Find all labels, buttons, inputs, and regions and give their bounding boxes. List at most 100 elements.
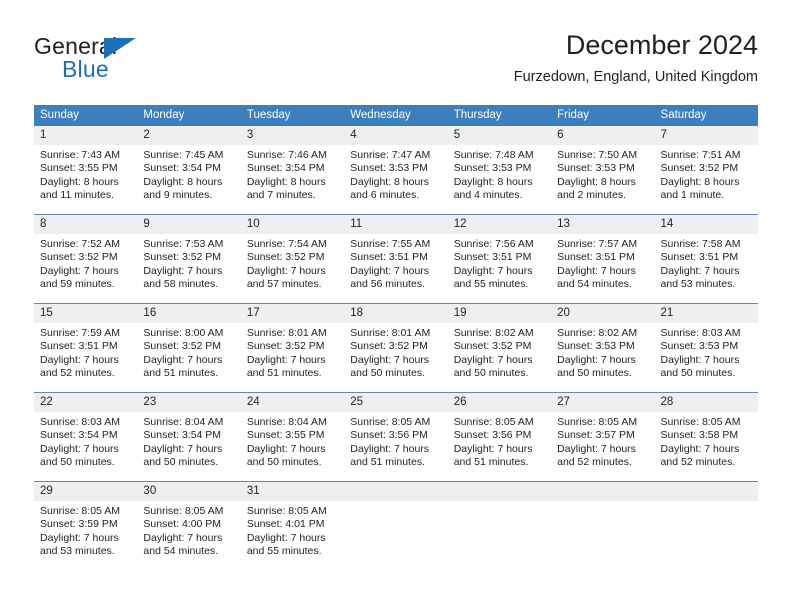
weekday-header-saturday: Saturday: [660, 109, 707, 121]
day-number[interactable]: 5: [448, 126, 551, 145]
daylight-line: Daylight: 8 hours: [40, 175, 119, 188]
sunrise-line: Sunrise: 7:52 AM: [40, 238, 120, 250]
day-number[interactable]: 26: [448, 393, 551, 412]
day-number[interactable]: 8: [34, 215, 137, 234]
day-cell[interactable]: Sunrise: 8:03 AM Sunset: 3:53 PM Daylight:…: [655, 323, 758, 392]
day-cell[interactable]: Sunrise: 7:47 AM Sunset: 3:53 PM Daylight:…: [344, 145, 447, 214]
day-number[interactable]: 23: [137, 393, 240, 412]
daylight-line: Daylight: 7 hours: [143, 353, 223, 366]
day-cell[interactable]: Sunrise: 7:46 AM Sunset: 3:54 PM Daylight:…: [241, 145, 344, 214]
day-number[interactable]: 10: [241, 215, 344, 234]
day-number[interactable]: 3: [241, 126, 344, 145]
day-number[interactable]: 25: [344, 393, 447, 412]
sunrise-line: Sunrise: 8:04 AM: [246, 416, 327, 428]
day-number[interactable]: 14: [655, 215, 758, 234]
day-number[interactable]: 24: [241, 393, 344, 412]
day-cell[interactable]: Sunrise: 7:45 AM Sunset: 3:54 PM Daylight:…: [137, 145, 240, 214]
day-cell[interactable]: Sunrise: 7:58 AM Sunset: 3:51 PM Daylight:…: [655, 234, 758, 303]
daylight-line-cont: and 1 minute.: [660, 189, 725, 202]
day-cell[interactable]: Sunrise: 8:02 AM Sunset: 3:53 PM Daylight:…: [551, 323, 654, 392]
sunrise-line: Sunrise: 8:01 AM: [350, 327, 431, 339]
sunset-line: Sunset: 3:54 PM: [143, 429, 222, 442]
daylight-line: Daylight: 7 hours: [660, 264, 740, 277]
day-cell[interactable]: Sunrise: 7:52 AM Sunset: 3:52 PM Daylight:…: [34, 234, 137, 303]
daylight-line: Daylight: 7 hours: [660, 353, 740, 366]
day-cell[interactable]: Sunrise: 8:02 AM Sunset: 3:52 PM Daylight:…: [448, 323, 551, 392]
sunrise-line: Sunrise: 8:02 AM: [453, 327, 534, 339]
day-cell[interactable]: Sunrise: 7:51 AM Sunset: 3:52 PM Daylight:…: [655, 145, 758, 214]
day-number[interactable]: 9: [137, 215, 240, 234]
day-cell[interactable]: Sunrise: 8:04 AM Sunset: 3:54 PM Daylight:…: [137, 412, 240, 481]
day-number[interactable]: 20: [551, 304, 654, 323]
sunset-line: Sunset: 3:53 PM: [453, 162, 532, 175]
daylight-line: Daylight: 7 hours: [660, 442, 740, 455]
day-number[interactable]: 15: [34, 304, 137, 323]
weekday-header-wednesday: Wednesday: [350, 109, 411, 121]
day-number[interactable]: 29: [34, 482, 137, 501]
day-number[interactable]: 21: [655, 304, 758, 323]
day-number[interactable]: 18: [344, 304, 447, 323]
day-number[interactable]: 27: [551, 393, 654, 412]
day-cell[interactable]: Sunrise: 8:05 AM Sunset: 4:01 PM Daylight:…: [241, 501, 344, 570]
sunrise-line: Sunrise: 8:05 AM: [40, 505, 120, 517]
calendar-week-row: 15 16 17 18 19 20 21 Sunrise: 7:59 AM Sunset: 3:…: [34, 303, 758, 392]
daylight-line: Daylight: 7 hours: [143, 531, 223, 544]
day-cell[interactable]: Sunrise: 7:56 AM Sunset: 3:51 PM Daylight:…: [448, 234, 551, 303]
sunrise-line: Sunrise: 7:58 AM: [660, 238, 741, 250]
sunset-line: Sunset: 3:52 PM: [143, 340, 222, 353]
day-cell[interactable]: Sunrise: 7:50 AM Sunset: 3:53 PM Daylight:…: [551, 145, 654, 214]
day-cell[interactable]: Sunrise: 7:54 AM Sunset: 3:52 PM Daylight:…: [241, 234, 344, 303]
day-number[interactable]: 13: [551, 215, 654, 234]
sunset-line: Sunset: 4:00 PM: [143, 518, 222, 531]
day-cell[interactable]: Sunrise: 8:05 AM Sunset: 3:58 PM Daylight:…: [655, 412, 758, 481]
day-cell[interactable]: Sunrise: 8:05 AM Sunset: 3:56 PM Daylight:…: [448, 412, 551, 481]
daylight-line: Daylight: 7 hours: [40, 353, 119, 366]
day-cell[interactable]: Sunrise: 7:57 AM Sunset: 3:51 PM Daylight:…: [551, 234, 654, 303]
day-cell[interactable]: Sunrise: 8:04 AM Sunset: 3:55 PM Daylight:…: [241, 412, 344, 481]
daylight-line: Daylight: 8 hours: [660, 175, 740, 188]
sunrise-line: Sunrise: 7:43 AM: [40, 149, 120, 161]
daylight-line-cont: and 54 minutes.: [557, 278, 632, 291]
day-number[interactable]: 19: [448, 304, 551, 323]
daylight-line: Daylight: 7 hours: [557, 442, 636, 455]
day-cell[interactable]: Sunrise: 8:00 AM Sunset: 3:52 PM Daylight:…: [137, 323, 240, 392]
day-cell[interactable]: Sunrise: 8:01 AM Sunset: 3:52 PM Daylight:…: [241, 323, 344, 392]
day-number[interactable]: 12: [448, 215, 551, 234]
day-number[interactable]: 17: [241, 304, 344, 323]
day-cell[interactable]: Sunrise: 8:03 AM Sunset: 3:54 PM Daylight:…: [34, 412, 137, 481]
daylight-line-cont: and 6 minutes.: [350, 189, 420, 202]
weekday-header-row: Sunday Monday Tuesday Wednesday Thursday Frid…: [34, 105, 758, 126]
day-number[interactable]: 30: [137, 482, 240, 501]
day-cell[interactable]: Sunrise: 8:05 AM Sunset: 3:56 PM Daylight:…: [344, 412, 447, 481]
sunset-line: Sunset: 3:52 PM: [350, 340, 428, 353]
daylight-line: Daylight: 7 hours: [143, 442, 223, 455]
day-cell[interactable]: Sunrise: 8:05 AM Sunset: 4:00 PM Daylight:…: [137, 501, 240, 570]
day-number[interactable]: 1: [34, 126, 137, 145]
day-number[interactable]: 2: [137, 126, 240, 145]
day-number[interactable]: 7: [655, 126, 758, 145]
sunrise-line: Sunrise: 8:05 AM: [143, 505, 224, 517]
day-number[interactable]: 16: [137, 304, 240, 323]
day-cell[interactable]: Sunrise: 8:01 AM Sunset: 3:52 PM Daylight:…: [344, 323, 447, 392]
day-number[interactable]: 11: [344, 215, 447, 234]
day-cell[interactable]: Sunrise: 8:05 AM Sunset: 3:57 PM Daylight:…: [551, 412, 654, 481]
week-daynumber-band: 22 23 24 25 26 27 28: [34, 393, 758, 412]
week-details-band: Sunrise: 7:52 AM Sunset: 3:52 PM Daylight:…: [34, 234, 758, 303]
day-cell[interactable]: Sunrise: 7:53 AM Sunset: 3:52 PM Daylight:…: [137, 234, 240, 303]
day-number[interactable]: 28: [655, 393, 758, 412]
day-cell[interactable]: Sunrise: 7:48 AM Sunset: 3:53 PM Daylight:…: [448, 145, 551, 214]
sunrise-line: Sunrise: 7:45 AM: [143, 149, 224, 161]
day-cell[interactable]: Sunrise: 7:55 AM Sunset: 3:51 PM Daylight:…: [344, 234, 447, 303]
day-number[interactable]: 22: [34, 393, 137, 412]
day-number[interactable]: 31: [241, 482, 344, 501]
day-number[interactable]: 4: [344, 126, 447, 145]
day-number[interactable]: 6: [551, 126, 654, 145]
day-cell[interactable]: Sunrise: 8:05 AM Sunset: 3:59 PM Daylight:…: [34, 501, 137, 570]
daylight-line: Daylight: 7 hours: [40, 264, 119, 277]
day-cell[interactable]: Sunrise: 7:59 AM Sunset: 3:51 PM Daylight:…: [34, 323, 137, 392]
calendar-week-row: 1 2 3 4 5 6 7 Sunrise: 7:43 AM Sunset: 3:55 PM Da…: [34, 126, 758, 214]
general-blue-logo[interactable]: General Blue: [34, 33, 234, 85]
day-cell[interactable]: Sunrise: 7:43 AM Sunset: 3:55 PM Daylight:…: [34, 145, 137, 214]
daylight-line: Daylight: 7 hours: [557, 353, 636, 366]
daylight-line-cont: and 50 minutes.: [350, 367, 425, 380]
